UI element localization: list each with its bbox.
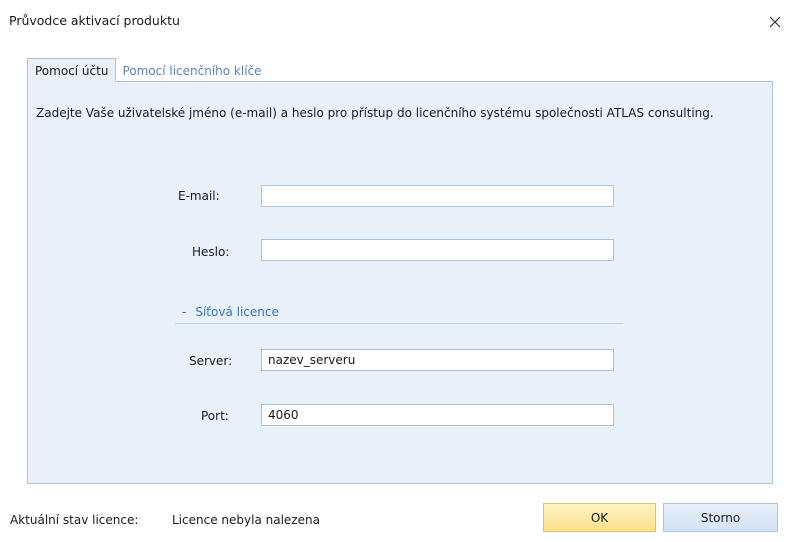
title-bar: Průvodce aktivací produktu [0,0,789,44]
password-label: Heslo: [192,245,230,259]
email-field[interactable] [261,185,614,207]
network-license-toggle[interactable]: - Síťová licence [182,305,279,319]
instruction-text: Zadejte Vaše uživatelské jméno (e-mail) … [36,106,714,120]
network-license-title: Síťová licence [195,305,279,319]
close-button[interactable] [765,12,785,32]
port-field[interactable] [261,404,614,426]
password-field[interactable] [261,239,614,261]
server-field[interactable] [261,349,614,371]
email-label: E-mail: [178,189,220,203]
tab-license-key[interactable]: Pomocí licenčního klíče [116,59,268,82]
activation-dialog: Průvodce aktivací produktu Pomocí účtu P… [0,0,789,542]
server-label: Server: [189,354,233,368]
account-panel: Zadejte Vaše uživatelské jméno (e-mail) … [27,81,773,484]
port-label: Port: [201,409,229,423]
close-icon [769,16,781,28]
section-divider [175,323,623,324]
license-status-value: Licence nebyla nalezena [172,513,320,527]
license-status-label: Aktuální stav licence: [10,513,139,527]
ok-button[interactable]: OK [543,503,656,532]
cancel-button[interactable]: Storno [663,503,778,532]
collapse-icon: - [182,305,187,319]
window-title: Průvodce aktivací produktu [9,13,180,28]
tab-account[interactable]: Pomocí účtu [27,58,117,82]
tab-bar: Pomocí účtu Pomocí licenčního klíče [27,58,269,82]
